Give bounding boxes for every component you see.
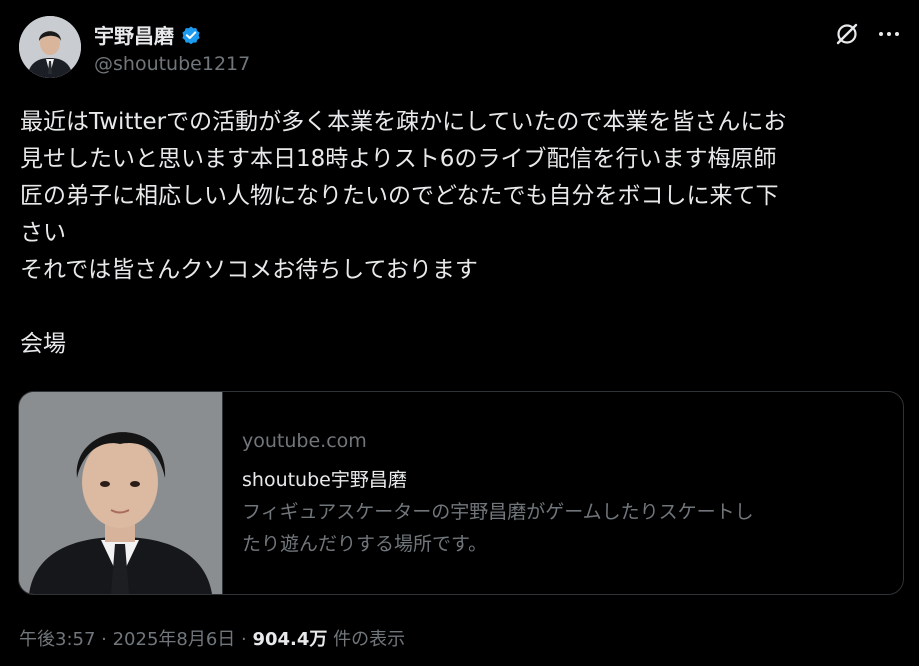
- author-name[interactable]: 宇野昌磨: [94, 20, 174, 49]
- card-description-line: フィギュアスケーターの宇野昌磨がゲームしたりスケートし: [242, 501, 754, 523]
- more-horizontal-icon: [879, 32, 899, 36]
- link-preview-card[interactable]: youtube.com shoutube宇野昌磨 フィギュアスケーターの宇野昌磨…: [18, 391, 904, 595]
- tweet-meta: 午後3:57 · 2025年8月6日 · 904.4万 件の表示: [19, 625, 405, 651]
- views-label: 件の表示: [327, 629, 406, 650]
- tweet-line: 会場: [20, 331, 66, 357]
- tweet-text: 最近はTwitterでの活動が多く本業を疎かにしていたので本業を皆さんにお 見せ…: [20, 104, 905, 363]
- tweet-line: それでは皆さんクソコメお待ちしております: [20, 257, 478, 283]
- meta-separator: ·: [235, 629, 253, 650]
- meta-separator: ·: [95, 629, 113, 650]
- person-avatar-icon: [19, 16, 81, 78]
- grok-button[interactable]: [833, 20, 861, 48]
- author-name-row[interactable]: 宇野昌磨: [94, 20, 202, 49]
- person-thumbnail-icon: [19, 392, 222, 594]
- grok-icon: [836, 23, 858, 45]
- card-description: フィギュアスケーターの宇野昌磨がゲームしたりスケートし たり遊んだりする場所です…: [242, 496, 882, 560]
- views-count[interactable]: 904.4万: [252, 629, 327, 650]
- author-avatar[interactable]: [19, 16, 81, 78]
- tweet-line: 匠の弟子に相応しい人物になりたいのでどなたでも自分をボコしに来て下: [20, 183, 779, 209]
- tweet-line: 最近はTwitterでの活動が多く本業を疎かにしていたので本業を皆さんにお: [20, 109, 787, 135]
- card-domain: youtube.com: [242, 430, 367, 452]
- card-description-line: たり遊んだりする場所です。: [242, 533, 488, 555]
- tweet-line: さい: [20, 220, 66, 246]
- card-title: shoutube宇野昌磨: [242, 469, 407, 491]
- tweet-line: 見せしたいと思います本日18時よりスト6のライブ配信を行います梅原師: [20, 146, 777, 172]
- card-thumbnail[interactable]: [19, 392, 223, 594]
- more-options-button[interactable]: [875, 20, 903, 48]
- tweet-time[interactable]: 午後3:57: [19, 629, 95, 650]
- verified-badge-icon: [182, 25, 200, 44]
- tweet-date[interactable]: 2025年8月6日: [113, 629, 236, 650]
- author-handle[interactable]: @shoutube1217: [94, 53, 250, 75]
